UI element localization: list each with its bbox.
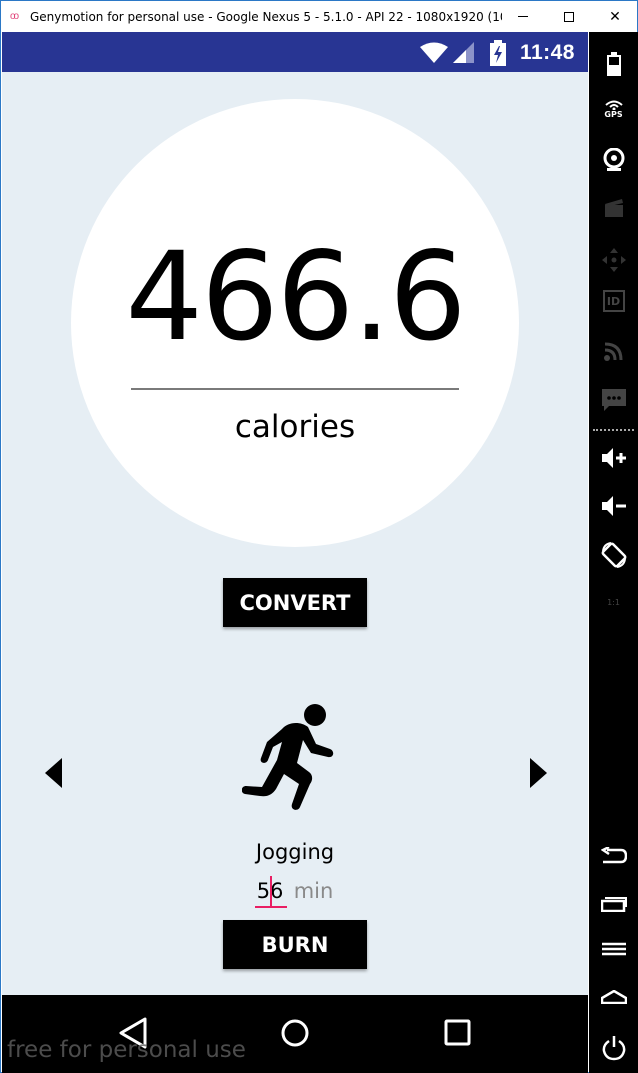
- id-label: ID: [602, 290, 625, 312]
- webcam-icon[interactable]: [589, 148, 638, 172]
- volume-up-icon[interactable]: [589, 447, 638, 469]
- rotate-icon[interactable]: [589, 542, 638, 568]
- title-bar[interactable]: oo Genymotion for personal use - Google …: [1, 1, 637, 32]
- calorie-value: 466.6: [125, 226, 466, 368]
- close-icon: ✕: [609, 8, 621, 24]
- device-id-icon[interactable]: ID: [589, 290, 638, 312]
- genymotion-toolbar: GPS ID 1:1: [589, 32, 638, 1073]
- screencast-icon[interactable]: [589, 198, 638, 218]
- calorie-divider: [131, 388, 459, 390]
- power-icon[interactable]: [589, 1035, 638, 1061]
- battery-icon[interactable]: [589, 52, 638, 76]
- minimize-icon: [518, 16, 528, 17]
- next-activity-arrow-icon[interactable]: [529, 758, 547, 788]
- minutes-row: 56 min: [2, 876, 588, 908]
- close-button[interactable]: ✕: [592, 1, 638, 32]
- battery-charging-icon: [490, 40, 506, 66]
- signal-icon: [453, 42, 474, 63]
- dpad-icon[interactable]: [589, 248, 638, 272]
- status-bar: 11:48: [2, 32, 588, 72]
- running-person-icon: [242, 704, 334, 810]
- window-title: Genymotion for personal use - Google Nex…: [30, 9, 502, 24]
- gps-label: GPS: [604, 110, 623, 119]
- minimize-button[interactable]: [500, 1, 546, 32]
- home-icon[interactable]: [589, 990, 638, 1004]
- minutes-unit-label: min: [293, 879, 334, 903]
- burn-button[interactable]: BURN: [223, 920, 367, 969]
- text-cursor: [269, 876, 272, 906]
- minutes-input-underline: [254, 906, 287, 908]
- toolbar-separator: [593, 429, 634, 431]
- wifi-icon: [420, 42, 448, 63]
- android-screen: 11:48 466.6 calories CONVERT Jogging 56: [2, 32, 588, 1073]
- status-time: 11:48: [519, 41, 575, 64]
- sms-icon[interactable]: [589, 388, 638, 412]
- nav-home-icon[interactable]: [280, 1017, 310, 1049]
- watermark-text: free for personal use: [7, 1037, 246, 1063]
- maximize-button[interactable]: [546, 1, 592, 32]
- gps-icon[interactable]: GPS: [589, 100, 638, 119]
- network-icon[interactable]: [589, 340, 638, 362]
- calorie-unit-label: calories: [234, 409, 356, 445]
- volume-down-icon[interactable]: [589, 495, 638, 517]
- app-content: 466.6 calories CONVERT Jogging 56: [2, 72, 588, 995]
- activity-name: Jogging: [255, 840, 335, 864]
- previous-activity-arrow-icon[interactable]: [45, 758, 63, 788]
- nav-recents-icon[interactable]: [443, 1017, 473, 1049]
- minutes-input[interactable]: 56: [254, 876, 289, 908]
- recent-apps-icon[interactable]: [589, 896, 638, 912]
- back-icon[interactable]: [589, 847, 638, 865]
- menu-icon[interactable]: [589, 942, 638, 956]
- pixel-perfect-icon[interactable]: 1:1: [589, 588, 638, 616]
- pixel-perfect-label: 1:1: [607, 597, 620, 607]
- maximize-icon: [564, 11, 574, 22]
- convert-button[interactable]: CONVERT: [223, 578, 367, 627]
- genymotion-logo-icon: oo: [10, 11, 19, 22]
- genymotion-window: oo Genymotion for personal use - Google …: [0, 0, 638, 1073]
